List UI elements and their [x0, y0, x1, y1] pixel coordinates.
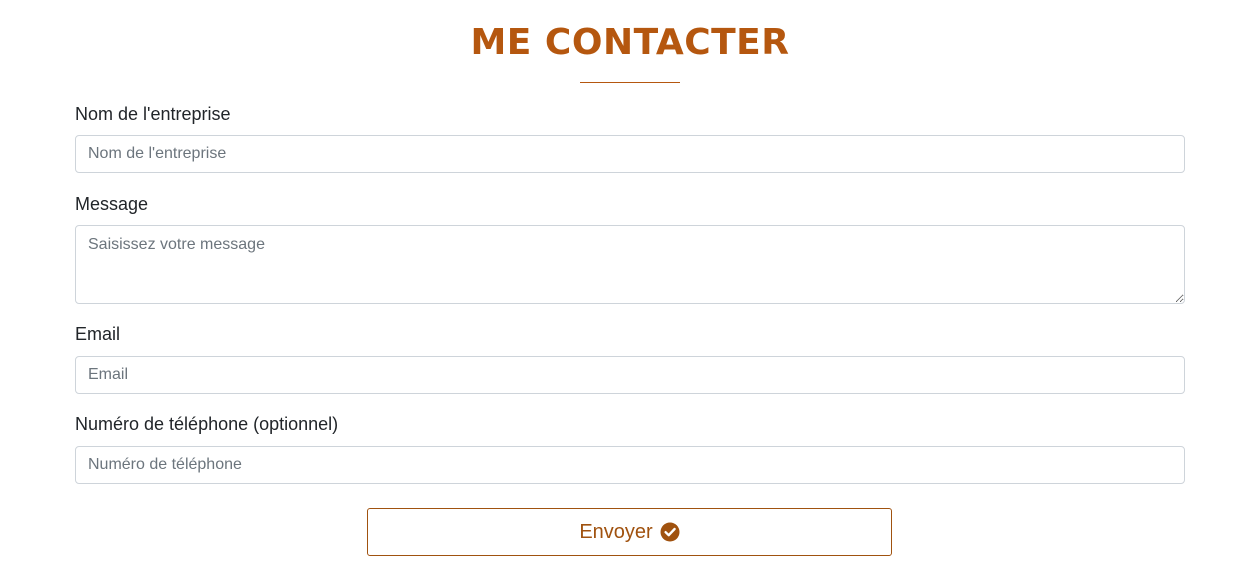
- email-label: Email: [75, 324, 121, 344]
- company-label: Nom de l'entreprise: [75, 104, 231, 124]
- phone-label: Numéro de téléphone (optionnel): [75, 414, 339, 434]
- check-circle-icon: [660, 522, 680, 542]
- phone-input[interactable]: [75, 446, 1185, 484]
- message-label: Message: [75, 194, 149, 214]
- page-title: ME CONTACTER: [470, 22, 790, 63]
- submit-button-label: Envoyer: [579, 520, 653, 543]
- title-underline: [580, 82, 680, 83]
- message-textarea[interactable]: [75, 225, 1185, 304]
- contact-page: ME CONTACTER Nom de l'entreprise Message…: [0, 0, 1238, 577]
- submit-button[interactable]: Envoyer: [367, 508, 892, 556]
- company-input[interactable]: [75, 135, 1185, 173]
- email-input[interactable]: [75, 356, 1185, 394]
